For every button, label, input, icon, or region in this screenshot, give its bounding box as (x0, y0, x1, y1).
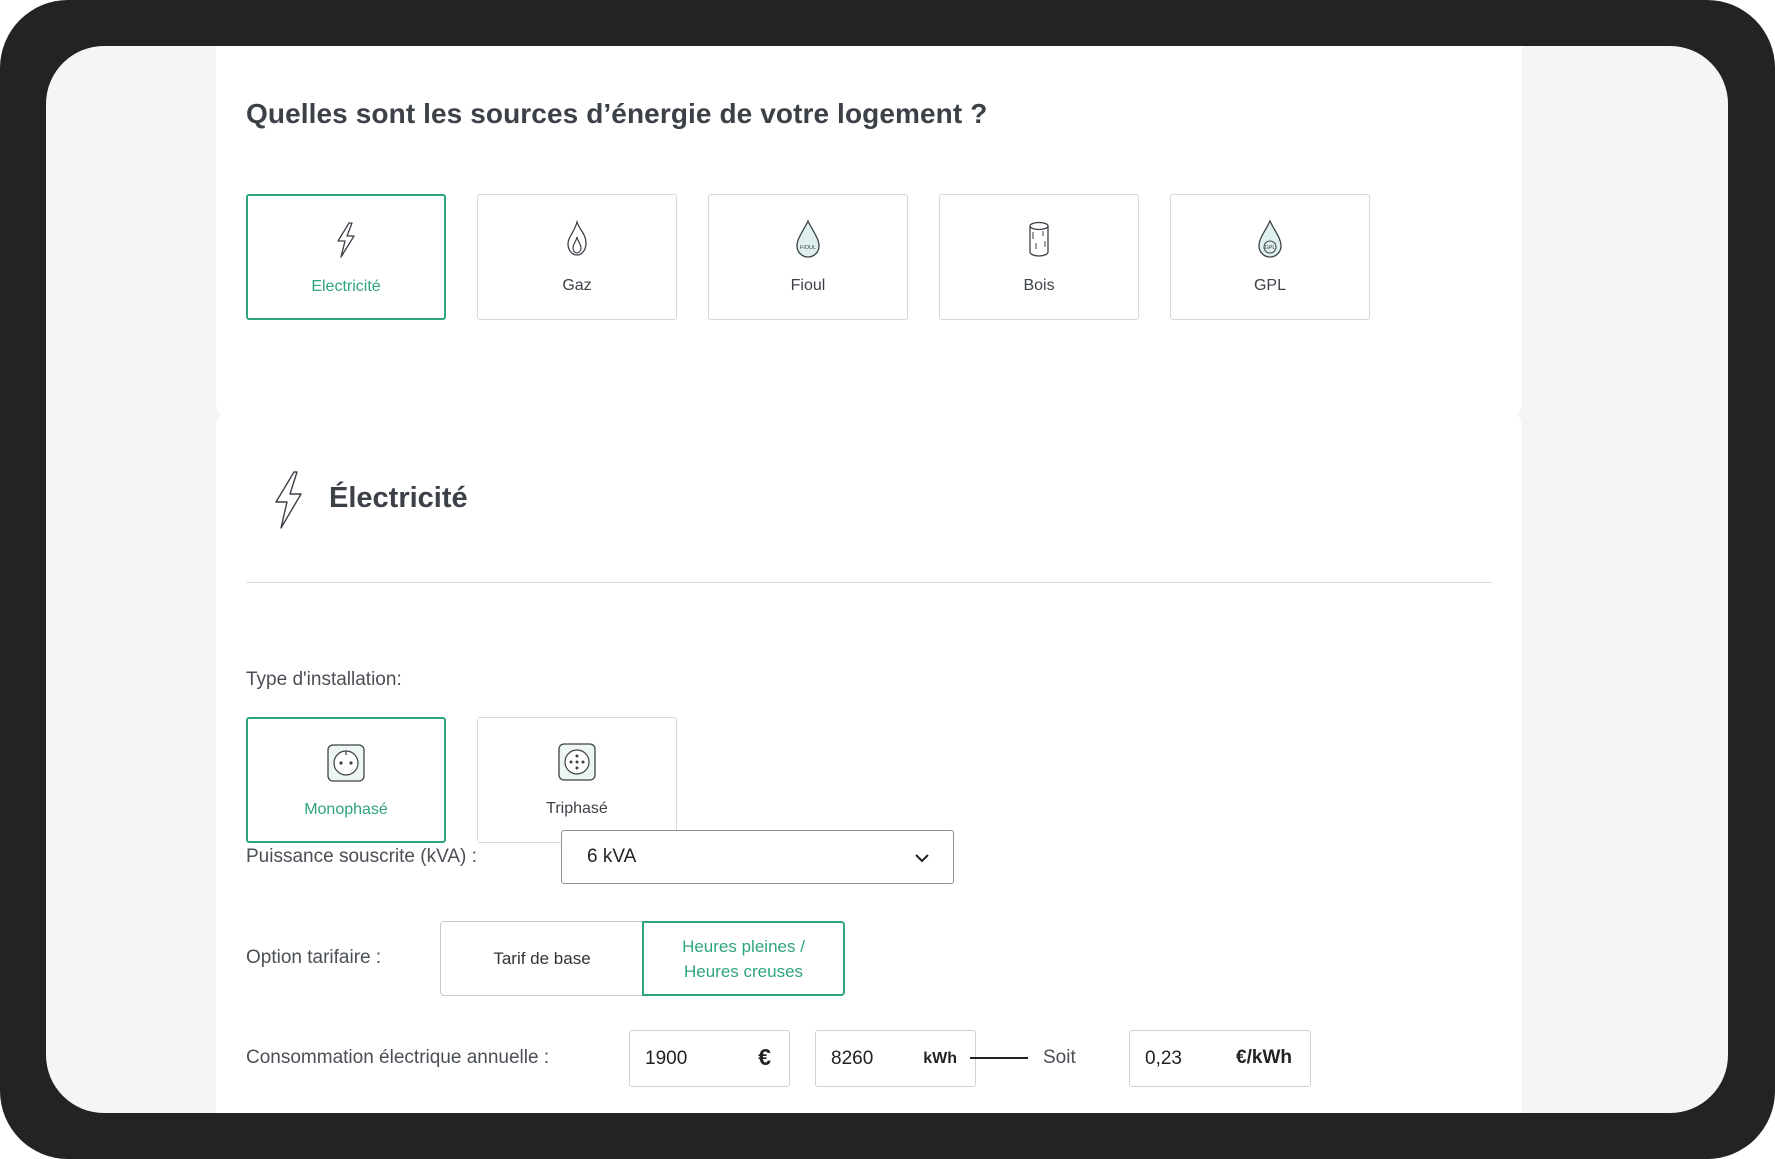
single-phase-socket-icon (327, 744, 365, 782)
source-label: GPL (1253, 277, 1286, 294)
soit-label: Soit (1043, 1047, 1076, 1068)
installation-label: Monophasé (304, 801, 388, 818)
fuel-drop-icon: FIOUL (796, 219, 820, 258)
gpl-drop-icon: GPL (1258, 219, 1282, 258)
consumption-kwh-value: 8260 (831, 1048, 874, 1069)
gpl-drop-text: GPL (1264, 245, 1275, 251)
price-per-kwh-input[interactable]: 0,23 €/kWh (1129, 1030, 1311, 1087)
source-option-electricite[interactable]: Electricité (246, 194, 446, 320)
electricity-title: Électricité (329, 482, 468, 514)
euro-unit: € (758, 1044, 771, 1070)
power-select[interactable]: 6 kVA (561, 830, 954, 884)
fuel-drop-text: FIOUL (800, 245, 816, 251)
installation-option-triphase[interactable]: Triphasé (477, 717, 677, 843)
kwh-unit: kWh (923, 1050, 957, 1067)
consumption-euros-input[interactable]: 1900 € (629, 1030, 790, 1087)
three-phase-socket-icon (558, 743, 596, 781)
tariff-hp-line2: Heures creuses (683, 961, 804, 981)
chevron-down-icon (915, 854, 929, 863)
log-icon (1029, 221, 1049, 257)
power-select-value: 6 kVA (587, 846, 637, 867)
device-frame: Quelles sont les sources d’énergie de vo… (0, 0, 1775, 1159)
source-option-fioul[interactable]: FIOUL Fioul (708, 194, 908, 320)
lightning-icon (337, 222, 355, 258)
tariff-option-base[interactable]: Tarif de base (440, 921, 644, 996)
consumption-label: Consommation électrique annuelle : (246, 1047, 550, 1068)
installation-type-label: Type d'installation: (246, 669, 402, 690)
source-option-bois[interactable]: Bois (939, 194, 1139, 320)
connector-line (970, 1057, 1028, 1059)
power-label: Puissance souscrite (kVA) : (246, 846, 477, 867)
tariff-hp-line1: Heures pleines / (682, 936, 805, 956)
installation-label: Triphasé (546, 800, 608, 817)
source-label: Bois (1023, 277, 1055, 294)
price-unit: €/kWh (1236, 1047, 1292, 1068)
source-option-gaz[interactable]: Gaz (477, 194, 677, 320)
energy-sources-title: Quelles sont les sources d’énergie de vo… (246, 98, 988, 129)
lightning-icon (275, 471, 302, 529)
price-per-kwh-value: 0,23 (1145, 1048, 1182, 1069)
tariff-base-label: Tarif de base (493, 949, 591, 968)
source-option-gpl[interactable]: GPL GPL (1170, 194, 1370, 320)
flame-icon (567, 219, 587, 256)
electricity-card: Électricité Type d'installation: Monopha… (216, 412, 1522, 1113)
source-label: Electricité (311, 278, 381, 295)
screen: Quelles sont les sources d’énergie de vo… (46, 46, 1728, 1113)
section-divider (246, 582, 1492, 583)
source-label: Gaz (562, 277, 592, 294)
tariff-label: Option tarifaire : (246, 947, 382, 968)
consumption-euros-value: 1900 (645, 1048, 688, 1069)
energy-sources-card: Quelles sont les sources d’énergie de vo… (216, 46, 1522, 418)
source-label: Fioul (790, 277, 826, 294)
tariff-hp-hc-label: Heures pleines / Heures creuses (682, 934, 805, 984)
tariff-option-hp-hc[interactable]: Heures pleines / Heures creuses (642, 921, 845, 996)
installation-option-monophase[interactable]: Monophasé (246, 717, 446, 843)
consumption-kwh-input[interactable]: 8260 kWh (815, 1030, 976, 1087)
